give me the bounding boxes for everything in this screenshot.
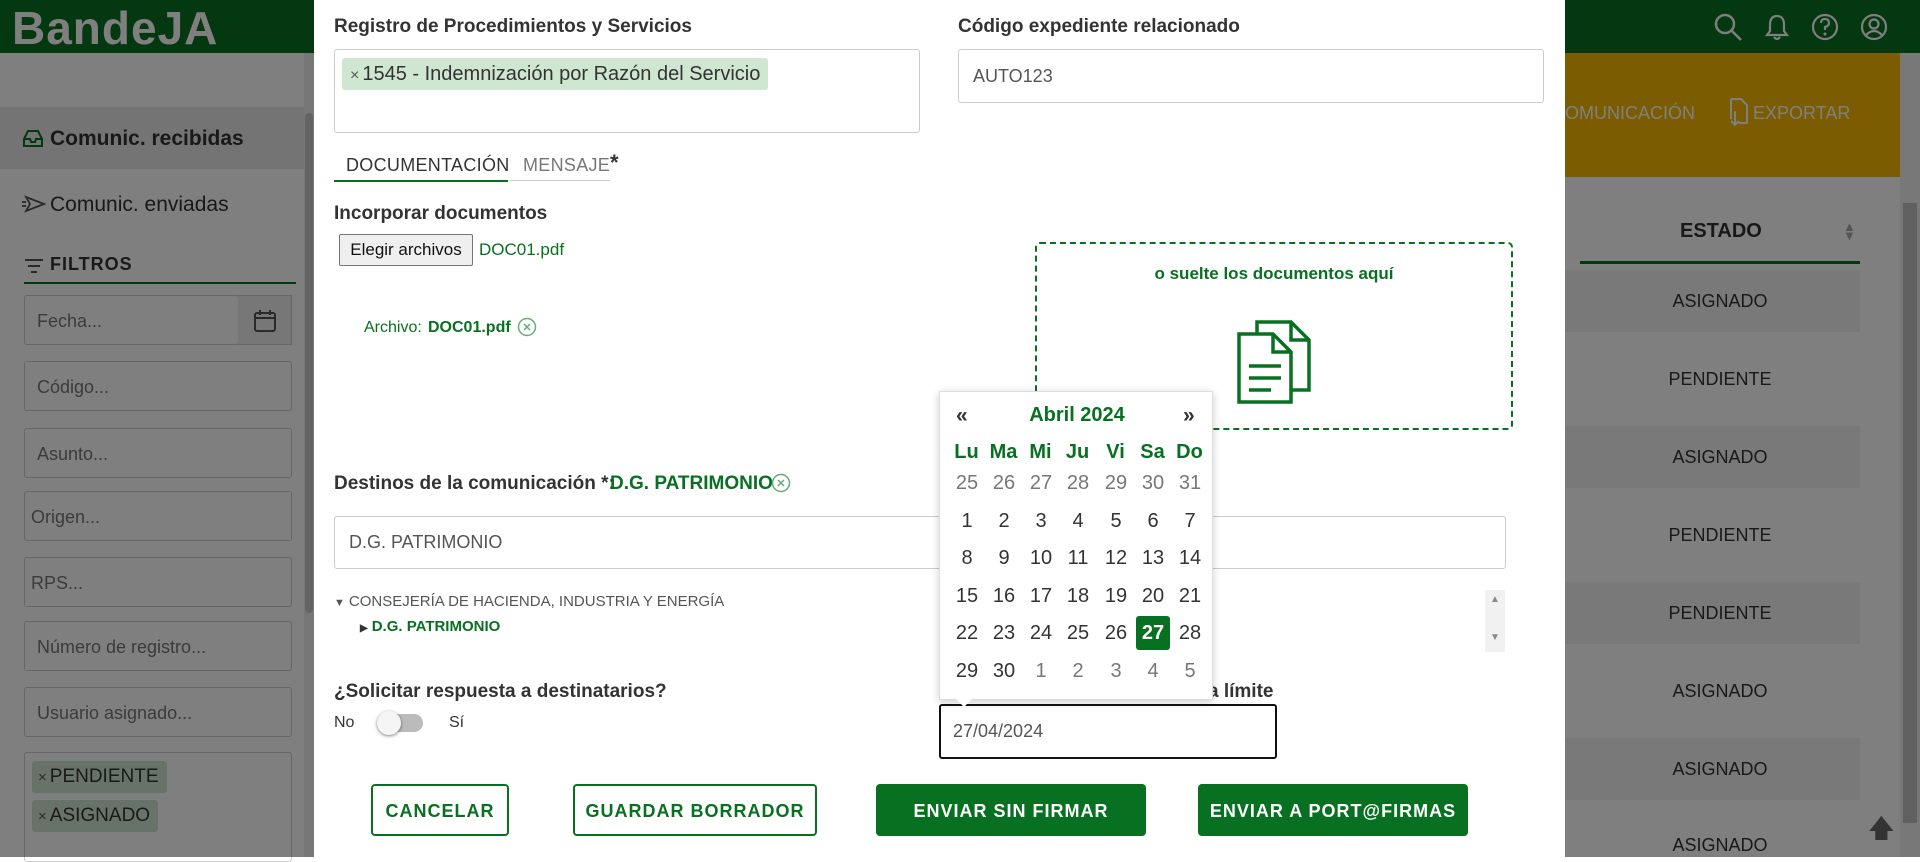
rps-label: Registro de Procedimientos y Servicios — [334, 16, 692, 37]
calendar-day[interactable]: 17 — [1024, 579, 1058, 613]
calendar-day[interactable]: 2 — [987, 504, 1021, 538]
destinos-label: Destinos de la comunicación *: — [334, 473, 615, 494]
incorporar-documentos-label: Incorporar documentos — [334, 203, 548, 224]
calendar-day[interactable]: 29 — [1099, 466, 1133, 500]
calendar-day[interactable]: 6 — [1136, 504, 1170, 538]
documents-icon — [1237, 320, 1311, 409]
calendar-day[interactable]: 25 — [950, 466, 984, 500]
calendar-day[interactable]: 27 — [1136, 616, 1170, 650]
calendar-day[interactable]: 5 — [1173, 654, 1207, 688]
calendar-day[interactable]: 30 — [987, 654, 1021, 688]
calendar-day[interactable]: 11 — [1061, 541, 1095, 575]
required-mark: * — [610, 150, 619, 175]
calendar-day[interactable]: 22 — [950, 616, 984, 650]
next-month-button[interactable]: » — [1183, 404, 1195, 428]
calendar-day[interactable]: 28 — [1173, 616, 1207, 650]
weekday-header: Sa — [1140, 441, 1165, 463]
chosen-file-name: DOC01.pdf — [479, 240, 565, 259]
calendar-day[interactable]: 1 — [950, 504, 984, 538]
tab-mensaje[interactable]: MENSAJE — [523, 155, 610, 176]
calendar-day[interactable]: 2 — [1061, 654, 1095, 688]
datepicker-popup: « Abril 2024 » Lu Ma Mi Ju Vi Sa Do 25 26 27 28 29 3… — [939, 391, 1214, 707]
calendar-day[interactable]: 30 — [1136, 466, 1170, 500]
calendar-day[interactable]: 26 — [987, 466, 1021, 500]
cancel-button[interactable]: CANCELAR — [371, 784, 509, 836]
calendar-day[interactable]: 8 — [950, 541, 984, 575]
toggle-no-label: No — [334, 714, 355, 731]
weekday-header: Ju — [1065, 441, 1090, 463]
calendar-day[interactable]: 24 — [1024, 616, 1058, 650]
archivo-prefix: Archivo: — [364, 319, 422, 336]
remove-file-icon[interactable] — [517, 317, 537, 342]
codigo-expediente-label: Código expediente relacionado — [958, 16, 1240, 37]
codigo-expediente-input[interactable]: AUTO123 — [958, 49, 1544, 103]
calendar-day[interactable]: 13 — [1136, 541, 1170, 575]
calendar-day[interactable]: 9 — [987, 541, 1021, 575]
tree-node-consejeria[interactable]: ▼ CONSEJERÍA DE HACIENDA, INDUSTRIA Y ENE… — [334, 593, 724, 610]
calendar-day[interactable]: 3 — [1099, 654, 1133, 688]
send-unsigned-button[interactable]: ENVIAR SIN FIRMAR — [876, 784, 1146, 836]
toggle-si-label: Sí — [449, 714, 465, 731]
send-portafirmas-button[interactable]: ENVIAR A PORT@FIRMAS — [1198, 784, 1468, 836]
arrow-up-icon[interactable]: 🡅 — [1868, 810, 1895, 854]
tree-node-dg-patrimonio[interactable]: ▶ D.G. PATRIMONIO — [360, 618, 500, 635]
calendar-day[interactable]: 15 — [950, 579, 984, 613]
calendar-day[interactable]: 1 — [1024, 654, 1058, 688]
calendar-day[interactable]: 26 — [1099, 616, 1133, 650]
month-label[interactable]: Abril 2024 — [940, 404, 1214, 427]
weekday-header: Mi — [1029, 441, 1052, 463]
respuesta-toggle[interactable] — [377, 711, 423, 735]
remove-tag-icon[interactable]: × — [350, 67, 359, 84]
calendar-day[interactable]: 18 — [1061, 579, 1095, 613]
save-draft-button[interactable]: GUARDAR BORRADOR — [573, 784, 817, 836]
collapse-caret-icon[interactable]: ▶ — [360, 623, 368, 634]
weekday-header: Ma — [989, 441, 1018, 463]
calendar-day[interactable]: 29 — [950, 654, 984, 688]
remove-destino-icon[interactable] — [771, 473, 791, 498]
calendar-day[interactable]: 12 — [1099, 541, 1133, 575]
calendar-day[interactable]: 3 — [1024, 504, 1058, 538]
calendar-day[interactable]: 21 — [1173, 579, 1207, 613]
calendar-day[interactable]: 31 — [1173, 466, 1207, 500]
expand-caret-icon[interactable]: ▼ — [334, 597, 345, 609]
solicitar-respuesta-label: ¿Solicitar respuesta a destinatarios? — [334, 681, 667, 702]
calendar-day[interactable]: 16 — [987, 579, 1021, 613]
tab-documentacion[interactable]: DOCUMENTACIÓN — [346, 155, 510, 176]
archivo-name: DOC01.pdf — [428, 319, 511, 336]
calendar-day[interactable]: 7 — [1173, 504, 1207, 538]
calendar-day[interactable]: 23 — [987, 616, 1021, 650]
calendar-day[interactable]: 5 — [1099, 504, 1133, 538]
calendar-day[interactable]: 4 — [1061, 504, 1095, 538]
active-tab-indicator — [334, 180, 508, 182]
calendar-day[interactable]: 10 — [1024, 541, 1058, 575]
weekday-header: Lu — [954, 441, 979, 463]
fecha-limite-label: a límite — [1208, 681, 1274, 702]
rps-selected-tag[interactable]: × 1545 - Indemnización por Razón del Serv… — [342, 58, 769, 90]
destino-selected: D.G. PATRIMONIO — [610, 473, 773, 494]
calendar-day[interactable]: 14 — [1173, 541, 1207, 575]
destinos-search-input[interactable]: D.G. PATRIMONIO — [334, 516, 1506, 569]
weekday-header: Do — [1176, 441, 1203, 463]
calendar-day[interactable]: 19 — [1099, 579, 1133, 613]
tree-scrollbar[interactable]: ▲ ▼ — [1485, 590, 1505, 652]
calendar-day[interactable]: 4 — [1136, 654, 1170, 688]
weekday-header: Vi — [1106, 441, 1125, 463]
calendar-day[interactable]: 27 — [1024, 466, 1058, 500]
dropzone-text: o suelte los documentos aquí — [1154, 264, 1394, 283]
calendar-day[interactable]: 28 — [1061, 466, 1095, 500]
calendar-day[interactable]: 20 — [1136, 579, 1170, 613]
choose-files-button[interactable]: Elegir archivos — [339, 234, 473, 266]
fecha-limite-input[interactable]: 27/04/2024 — [939, 704, 1277, 759]
calendar-day[interactable]: 25 — [1061, 616, 1095, 650]
